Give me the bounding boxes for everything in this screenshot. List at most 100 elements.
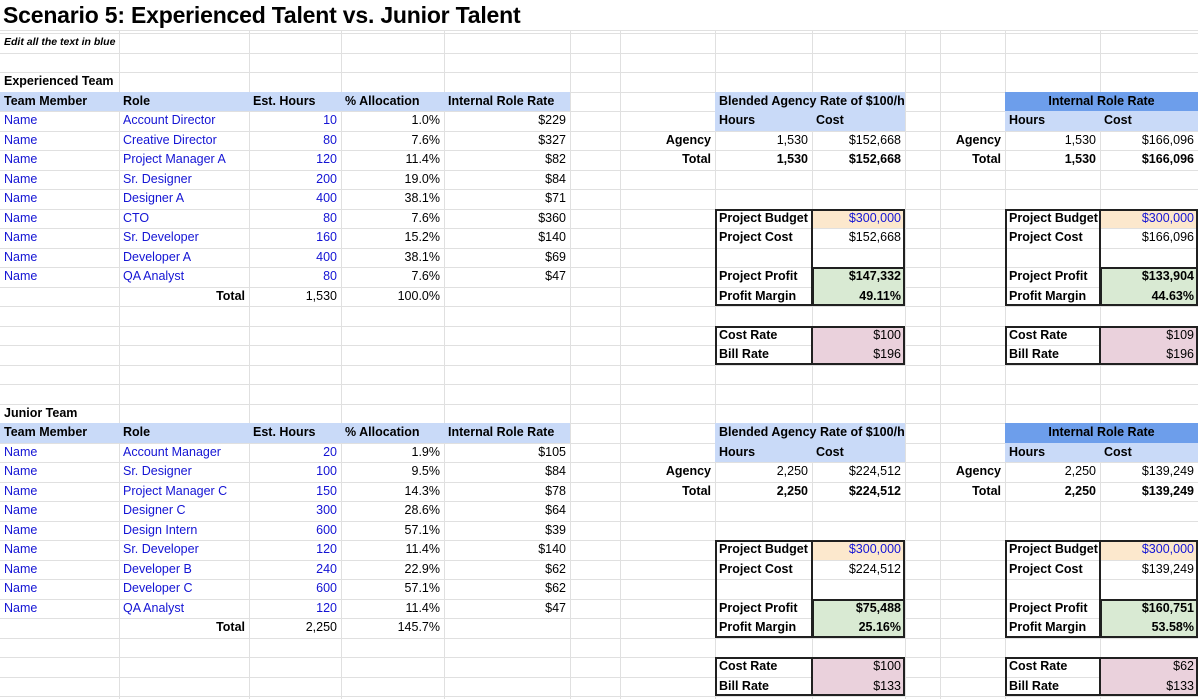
project-profit-label-blended: Project Profit [719, 269, 798, 284]
cell-internal-role-rate: $360 [538, 210, 566, 225]
cell-est-hours[interactable]: 80 [249, 267, 341, 287]
cell-est-hours[interactable]: 160 [249, 228, 341, 248]
panel-column-hours-internal: Hours [1009, 444, 1046, 459]
cell-role[interactable]: Creative Director [119, 131, 249, 151]
cell-est-hours[interactable]: 120 [249, 540, 341, 560]
cell-est-hours[interactable]: 600 [249, 579, 341, 599]
panel-banner-blended: Blended Agency Rate of $100/hr [719, 93, 905, 108]
rate-divider-internal [1099, 325, 1101, 365]
cell-role[interactable]: QA Analyst [119, 267, 249, 287]
cell-role[interactable]: CTO [119, 209, 249, 229]
cell-role[interactable]: Design Intern [119, 521, 249, 541]
cell-allocation: 7.6% [411, 210, 441, 225]
column-header-est-hours: Est. Hours [253, 93, 316, 108]
bill-rate-label-blended: Bill Rate [719, 678, 770, 693]
cell-est-hours[interactable]: 150 [249, 482, 341, 502]
cell-team-member[interactable]: Name [0, 267, 119, 287]
cell-role[interactable]: Designer C [119, 501, 249, 521]
cell-role[interactable]: Sr. Developer [119, 228, 249, 248]
cell-internal-role-rate: $229 [538, 113, 566, 128]
panel-total-cost-blended: $224,512 [848, 483, 901, 498]
cell-team-member[interactable]: Name [0, 599, 119, 619]
cell-team-member[interactable]: Name [0, 170, 119, 190]
cell-team-member[interactable]: Name [0, 579, 119, 599]
project-budget-value-blended[interactable]: $300,000 [812, 209, 905, 229]
panel-total-hours-internal: 2,250 [1064, 483, 1096, 498]
cell-role[interactable]: Account Manager [119, 443, 249, 463]
cell-team-member[interactable]: Name [0, 209, 119, 229]
cell-est-hours[interactable]: 100 [249, 462, 341, 482]
total-allocation: 145.7% [397, 620, 440, 635]
cell-internal-role-rate: $82 [545, 152, 566, 167]
column-header-team-member: Team Member [4, 93, 88, 108]
cell-allocation: 19.0% [404, 171, 440, 186]
cell-team-member[interactable]: Name [0, 248, 119, 268]
edit-note: Edit all the text in blue [4, 36, 116, 49]
grid-row-line [0, 52, 1198, 54]
project-cost-label-internal: Project Cost [1009, 561, 1083, 576]
agency-label-junior: Agency [955, 464, 1001, 479]
project-budget-value-internal[interactable]: $300,000 [1100, 209, 1198, 229]
cell-est-hours[interactable]: 300 [249, 501, 341, 521]
cell-team-member[interactable]: Name [0, 443, 119, 463]
project-cost-label-internal: Project Cost [1009, 230, 1083, 245]
cell-team-member[interactable]: Name [0, 540, 119, 560]
cell-est-hours[interactable]: 120 [249, 599, 341, 619]
project-budget-label-internal: Project Budget [1009, 542, 1098, 557]
cell-role[interactable]: Developer C [119, 579, 249, 599]
cell-role[interactable]: Project Manager A [119, 150, 249, 170]
cell-est-hours[interactable]: 400 [249, 248, 341, 268]
panel-column-hours-blended: Hours [719, 444, 756, 459]
total-label: Total [216, 288, 245, 303]
cell-est-hours[interactable]: 80 [249, 209, 341, 229]
project-profit-label-internal: Project Profit [1009, 269, 1088, 284]
project-budget-value-internal[interactable]: $300,000 [1100, 540, 1198, 560]
panel-total-hours-internal: 1,530 [1064, 152, 1096, 167]
cell-team-member[interactable]: Name [0, 111, 119, 131]
cost-rate-label-blended: Cost Rate [719, 327, 778, 342]
total-est-hours: 2,250 [305, 620, 337, 635]
cell-role[interactable]: Sr. Designer [119, 170, 249, 190]
cell-role[interactable]: Sr. Designer [119, 462, 249, 482]
cell-team-member[interactable]: Name [0, 560, 119, 580]
cell-est-hours[interactable]: 20 [249, 443, 341, 463]
cell-team-member[interactable]: Name [0, 521, 119, 541]
cell-team-member[interactable]: Name [0, 482, 119, 502]
profit-margin-value-blended: 25.16% [858, 620, 901, 635]
cell-role[interactable]: Developer B [119, 560, 249, 580]
cell-role[interactable]: Sr. Developer [119, 540, 249, 560]
cell-team-member[interactable]: Name [0, 189, 119, 209]
profit-margin-label-internal: Profit Margin [1009, 288, 1087, 303]
panel-agency-cost-blended: $152,668 [848, 132, 901, 147]
cell-est-hours[interactable]: 200 [249, 170, 341, 190]
grid-row-line [0, 72, 1198, 73]
grid-row-line [0, 306, 1198, 307]
grid-row-line [0, 384, 1198, 385]
cell-team-member[interactable]: Name [0, 501, 119, 521]
cell-role[interactable]: Developer A [119, 248, 249, 268]
grid-row-line [0, 637, 1198, 639]
cell-internal-role-rate: $62 [545, 581, 566, 596]
cell-team-member[interactable]: Name [0, 131, 119, 151]
cell-est-hours[interactable]: 400 [249, 189, 341, 209]
cell-est-hours[interactable]: 120 [249, 150, 341, 170]
cell-internal-role-rate: $69 [545, 249, 566, 264]
cell-team-member[interactable]: Name [0, 150, 119, 170]
cell-allocation: 1.9% [411, 444, 441, 459]
cell-role[interactable]: Account Director [119, 111, 249, 131]
cell-est-hours[interactable]: 240 [249, 560, 341, 580]
cell-allocation: 22.9% [404, 561, 440, 576]
cell-role[interactable]: QA Analyst [119, 599, 249, 619]
panel-agency-cost-internal: $139,249 [1141, 464, 1194, 479]
cell-est-hours[interactable]: 600 [249, 521, 341, 541]
cell-role[interactable]: Project Manager C [119, 482, 249, 502]
project-budget-value-blended[interactable]: $300,000 [812, 540, 905, 560]
panel-agency-hours-blended: 1,530 [776, 132, 808, 147]
column-header-team-member: Team Member [4, 425, 88, 440]
cell-team-member[interactable]: Name [0, 462, 119, 482]
cell-est-hours[interactable]: 10 [249, 111, 341, 131]
panel-total-hours-blended: 1,530 [776, 152, 808, 167]
cell-team-member[interactable]: Name [0, 228, 119, 248]
cell-est-hours[interactable]: 80 [249, 131, 341, 151]
cell-role[interactable]: Designer A [119, 189, 249, 209]
